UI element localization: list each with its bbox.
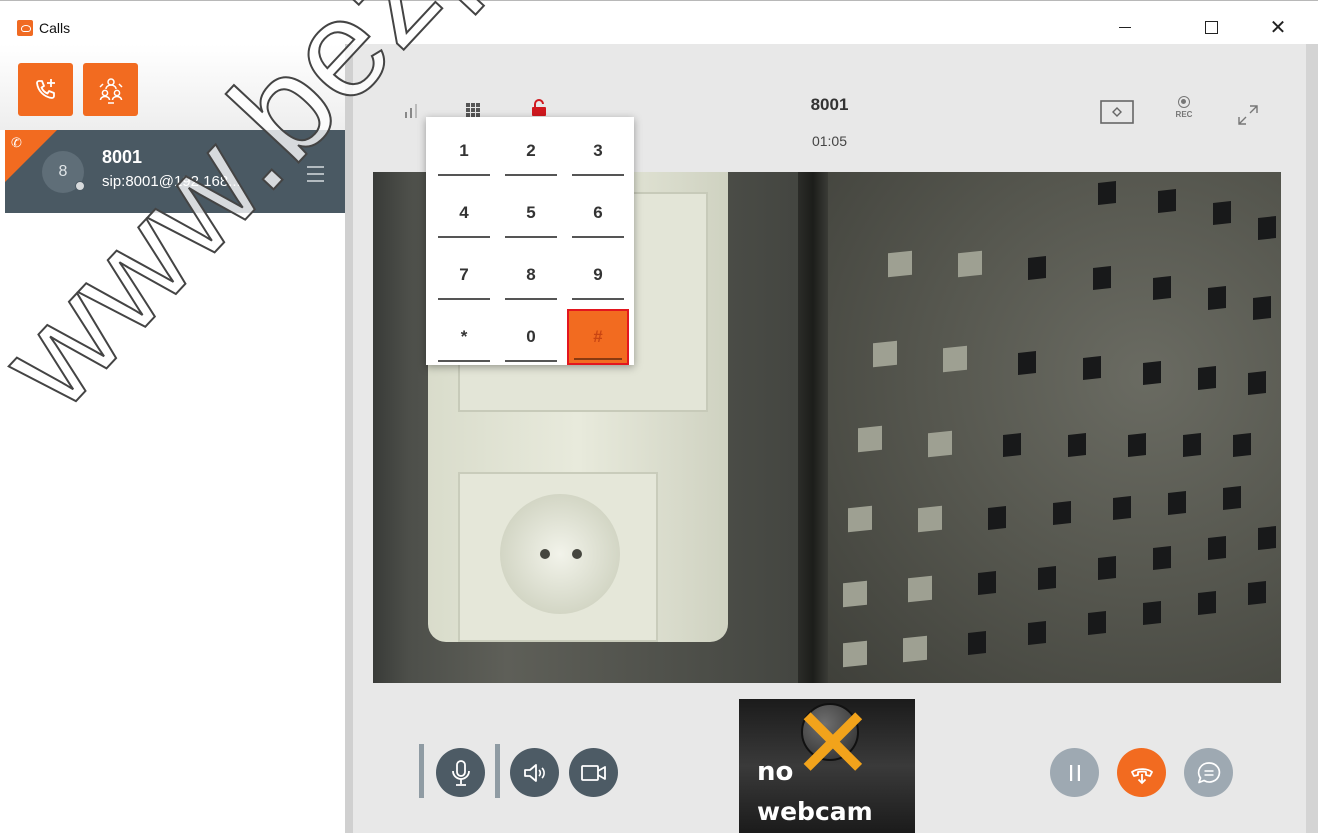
hangup-transfer-button[interactable] [1117,748,1166,797]
self-view-no-webcam: ✕ no webcam [739,699,915,833]
conference-button[interactable] [83,63,138,116]
keypad-key-hash[interactable]: # [567,309,629,365]
calls-sidebar: ✆ 8 8001 sip:8001@192.168... [0,44,345,833]
screen-share-icon[interactable] [1100,100,1134,126]
phone-plus-icon [35,78,55,99]
record-button[interactable]: REC [1169,96,1199,119]
hold-button[interactable] [1050,748,1099,797]
keypad-key-star[interactable]: * [433,309,495,365]
control-divider [495,744,500,798]
call-contact-name: 8001 [102,147,143,167]
chat-button[interactable] [1184,748,1233,797]
keypad-key-4[interactable]: 4 [433,185,495,241]
video-power-socket [458,472,658,642]
video-perforated-panel [828,172,1281,683]
maximize-button[interactable] [1188,11,1234,43]
app-logo-icon [17,20,33,36]
microphone-button[interactable] [436,748,485,797]
no-webcam-label: no [757,757,794,787]
no-webcam-x-icon: ✕ [791,699,875,802]
video-camera-icon [580,764,606,781]
keypad-key-7[interactable]: 7 [433,247,495,303]
video-camera-button[interactable] [569,748,618,797]
keypad-key-5[interactable]: 5 [500,185,562,241]
sidebar-toolbar [0,44,345,130]
remote-party-name: 8001 [810,95,849,114]
conference-icon [98,77,123,104]
presence-status-dot [75,181,85,191]
webcam-label: webcam [757,797,873,826]
fullscreen-icon[interactable] [1237,104,1259,126]
hangup-icon [1130,767,1153,784]
chat-icon [1197,761,1220,783]
keypad-key-0[interactable]: 0 [500,309,562,365]
keypad-key-1[interactable]: 1 [433,123,495,179]
rec-label: REC [1175,110,1193,119]
minimize-icon [1119,26,1131,28]
minimize-button[interactable] [1102,11,1148,43]
control-divider [419,744,424,798]
keypad-key-9[interactable]: 9 [567,247,629,303]
dtmf-keypad: 1 2 3 4 5 6 7 8 9 * 0 # [426,117,634,365]
hamburger-menu-icon[interactable] [307,166,324,187]
close-button[interactable]: ✕ [1255,11,1301,43]
microphone-icon [451,759,470,786]
call-list-item[interactable]: ✆ 8 8001 sip:8001@192.168... [5,130,345,213]
record-icon [1178,96,1190,108]
phone-icon: ✆ [11,135,22,150]
pause-icon [1069,764,1080,781]
title-bar: Calls ✕ [0,0,1318,44]
close-icon: ✕ [1269,16,1287,39]
maximize-icon [1204,20,1218,34]
speaker-button[interactable] [510,748,559,797]
call-sip-address: sip:8001@192.168... [102,173,241,190]
keypad-key-2[interactable]: 2 [500,123,562,179]
new-call-button[interactable] [18,63,73,116]
keypad-key-6[interactable]: 6 [567,185,629,241]
keypad-key-3[interactable]: 3 [567,123,629,179]
speaker-icon [523,763,545,782]
keypad-key-8[interactable]: 8 [500,247,562,303]
call-panel: 8001 01:05 REC 1 2 3 4 5 6 7 8 9 * 0 # ✕… [345,44,1318,833]
window-title: Calls [39,20,71,36]
